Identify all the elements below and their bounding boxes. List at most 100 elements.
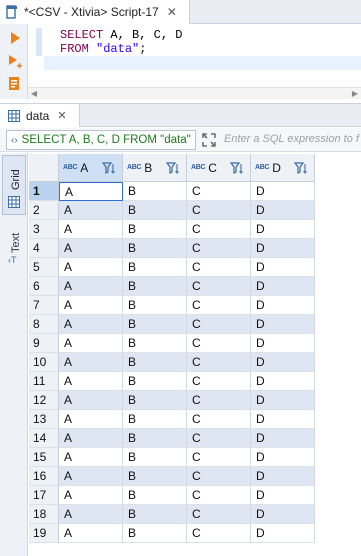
table-cell[interactable]: B xyxy=(123,429,187,448)
table-cell[interactable]: B xyxy=(123,220,187,239)
table-cell[interactable]: B xyxy=(123,334,187,353)
table-cell[interactable]: C xyxy=(187,239,251,258)
table-cell[interactable]: B xyxy=(123,524,187,543)
table-cell[interactable]: C xyxy=(187,429,251,448)
table-cell[interactable]: C xyxy=(187,334,251,353)
grid-view-tab[interactable]: Grid xyxy=(2,155,26,215)
table-cell[interactable]: A xyxy=(59,353,123,372)
execute-in-new-tab-button[interactable] xyxy=(7,54,23,70)
scroll-left-icon[interactable]: ◀ xyxy=(28,88,40,99)
table-cell[interactable]: C xyxy=(187,524,251,543)
sql-code[interactable]: SELECT A, B, C, D FROM "data"; xyxy=(44,28,361,70)
table-cell[interactable]: D xyxy=(251,258,315,277)
filter-input[interactable]: Enter a SQL expression to f xyxy=(224,133,359,145)
table-row[interactable]: 13 A B C D xyxy=(29,410,315,429)
table-row[interactable]: 15 A B C D xyxy=(29,448,315,467)
table-row[interactable]: 8ABCD xyxy=(29,315,315,334)
table-cell[interactable]: A xyxy=(59,429,123,448)
table-cell[interactable]: B xyxy=(123,201,187,220)
row-number[interactable]: 14 xyxy=(29,429,59,448)
table-cell[interactable]: A xyxy=(59,277,123,296)
row-number[interactable]: 3 xyxy=(29,220,59,239)
table-cell[interactable]: A xyxy=(59,448,123,467)
row-number[interactable]: 8 xyxy=(29,315,59,334)
table-cell[interactable]: C xyxy=(187,391,251,410)
text-view-tab[interactable]: Text ‹T xyxy=(2,223,26,267)
table-cell[interactable]: A xyxy=(59,486,123,505)
table-cell[interactable]: D xyxy=(251,391,315,410)
table-cell[interactable]: D xyxy=(251,239,315,258)
table-cell[interactable]: B xyxy=(123,448,187,467)
table-row[interactable]: 16 A B C D xyxy=(29,467,315,486)
table-cell[interactable]: A xyxy=(59,220,123,239)
table-cell[interactable]: D xyxy=(251,486,315,505)
table-cell[interactable]: D xyxy=(251,524,315,543)
table-row[interactable]: 17 A B C D xyxy=(29,486,315,505)
column-header-b[interactable]: ABC B xyxy=(123,154,187,182)
table-row[interactable]: 12 A B C D xyxy=(29,391,315,410)
table-cell[interactable]: D xyxy=(251,334,315,353)
table-cell[interactable]: B xyxy=(123,467,187,486)
table-cell[interactable]: A xyxy=(59,334,123,353)
table-cell[interactable]: B xyxy=(123,372,187,391)
execute-script-button[interactable] xyxy=(7,76,23,92)
table-cell[interactable]: B xyxy=(123,391,187,410)
table-cell[interactable]: C xyxy=(187,410,251,429)
table-cell[interactable]: C xyxy=(187,258,251,277)
table-row[interactable]: 19 A B C D xyxy=(29,524,315,543)
column-filter-sort-icon[interactable] xyxy=(102,161,116,175)
table-cell[interactable]: B xyxy=(123,486,187,505)
table-cell[interactable]: D xyxy=(251,296,315,315)
table-cell[interactable]: D xyxy=(251,182,315,201)
table-row[interactable]: 5ABCD xyxy=(29,258,315,277)
table-row[interactable]: 10 A B C D xyxy=(29,353,315,372)
table-row[interactable]: 6ABCD xyxy=(29,277,315,296)
table-cell[interactable]: A xyxy=(59,315,123,334)
table-cell[interactable]: D xyxy=(251,201,315,220)
table-cell[interactable]: A xyxy=(59,391,123,410)
table-cell[interactable]: C xyxy=(187,467,251,486)
results-tab-data[interactable]: data ✕ xyxy=(0,104,80,127)
editor-horizontal-scrollbar[interactable]: ◀ ▶ xyxy=(28,87,361,99)
table-cell[interactable]: D xyxy=(251,315,315,334)
execute-statement-button[interactable] xyxy=(7,30,23,46)
table-row[interactable]: 4ABCD xyxy=(29,239,315,258)
table-cell[interactable]: A xyxy=(59,182,123,201)
table-cell[interactable]: A xyxy=(59,372,123,391)
table-row[interactable]: 2ABCD xyxy=(29,201,315,220)
table-cell[interactable]: B xyxy=(123,505,187,524)
table-cell[interactable]: C xyxy=(187,353,251,372)
table-cell[interactable]: B xyxy=(123,315,187,334)
table-row[interactable]: 3ABCD xyxy=(29,220,315,239)
table-cell[interactable]: C xyxy=(187,486,251,505)
table-cell[interactable]: D xyxy=(251,467,315,486)
table-cell[interactable]: B xyxy=(123,182,187,201)
scroll-right-icon[interactable]: ▶ xyxy=(349,88,361,99)
column-filter-sort-icon[interactable] xyxy=(294,161,308,175)
table-cell[interactable]: C xyxy=(187,372,251,391)
table-cell[interactable]: D xyxy=(251,372,315,391)
row-number[interactable]: 5 xyxy=(29,258,59,277)
close-icon[interactable]: ✕ xyxy=(57,109,66,122)
row-number[interactable]: 9 xyxy=(29,334,59,353)
row-number[interactable]: 4 xyxy=(29,239,59,258)
table-cell[interactable]: B xyxy=(123,353,187,372)
table-row[interactable]: 18 A B C D xyxy=(29,505,315,524)
sql-editor[interactable]: SELECT A, B, C, D FROM "data"; ◀ ▶ xyxy=(0,24,361,99)
row-number[interactable]: 6 xyxy=(29,277,59,296)
row-number[interactable]: 11 xyxy=(29,372,59,391)
table-cell[interactable]: A xyxy=(59,258,123,277)
table-cell[interactable]: D xyxy=(251,505,315,524)
row-number[interactable]: 16 xyxy=(29,467,59,486)
table-cell[interactable]: A xyxy=(59,201,123,220)
table-cell[interactable]: A xyxy=(59,524,123,543)
table-cell[interactable]: B xyxy=(123,296,187,315)
results-grid[interactable]: ABC A ABC B ABC C ABC D 1ABCD2ABCD3ABCD4… xyxy=(29,154,315,543)
row-number[interactable]: 1 xyxy=(29,182,59,201)
table-cell[interactable]: B xyxy=(123,410,187,429)
table-row[interactable]: 7ABCD xyxy=(29,296,315,315)
table-cell[interactable]: C xyxy=(187,277,251,296)
row-number[interactable]: 19 xyxy=(29,524,59,543)
expand-icon[interactable] xyxy=(201,132,217,148)
table-cell[interactable]: B xyxy=(123,258,187,277)
